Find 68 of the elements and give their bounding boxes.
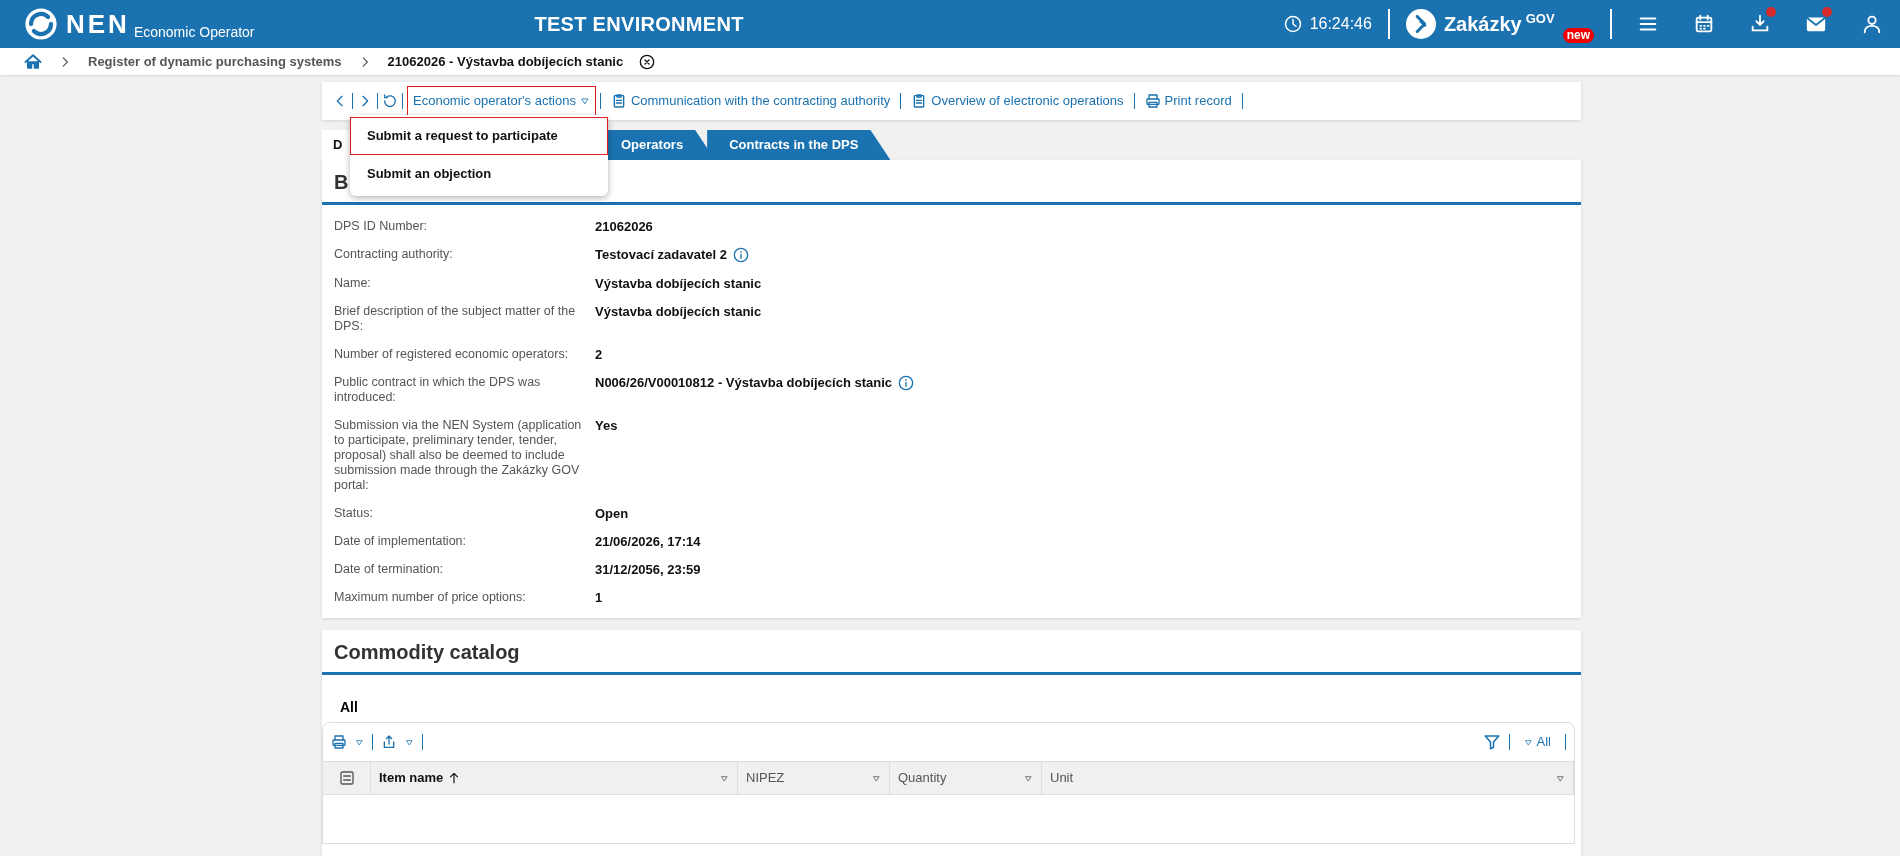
field-label: DPS ID Number: [334, 219, 429, 234]
notification-dot [1766, 7, 1776, 17]
calendar-icon[interactable] [1693, 13, 1715, 35]
column-header[interactable]: Item name [371, 762, 738, 794]
caret-icon [1024, 773, 1033, 783]
caret-icon [720, 773, 729, 783]
field-value: 1 [595, 590, 603, 605]
column-header[interactable]: Unit [1042, 762, 1574, 794]
portal-name: Zakázky [1443, 12, 1522, 37]
field-label: Public contract in which the DPS was introduced: [334, 375, 542, 405]
clock-icon [1283, 15, 1302, 33]
field-value: Yes [595, 418, 618, 433]
field-value: Testovací zadavatel 2 [595, 247, 727, 262]
export-icon[interactable] [381, 734, 397, 750]
caret-icon[interactable] [405, 737, 414, 747]
logo-icon [24, 7, 58, 41]
field-value: 21062026 [595, 219, 653, 234]
portal-logo-icon [1405, 9, 1436, 39]
section-title: Commodity catalog [322, 630, 1581, 675]
info-icon[interactable] [733, 247, 749, 263]
toolbar-link[interactable]: Overview of electronic operations [905, 86, 1130, 116]
new-badge: new [1562, 28, 1594, 43]
field-value: Výstavba dobíjecích stanic [595, 304, 762, 319]
caret-icon [1523, 737, 1533, 747]
breadcrumb-link[interactable]: Register of dynamic purchasing systems [88, 51, 342, 72]
column-header[interactable]: Quantity [890, 762, 1042, 794]
field-value: 31/12/2056, 23:59 [595, 562, 701, 577]
field-value: 21/06/2026, 17:14 [595, 534, 701, 549]
user-icon[interactable] [1861, 13, 1883, 35]
field-value: Open [595, 506, 629, 521]
breadcrumb-current: 21062026 - Výstavba dobíjecích stanic [387, 52, 624, 71]
refresh-icon[interactable] [382, 93, 398, 109]
field-label: Date of termination: [334, 562, 445, 577]
column-header[interactable]: NIPEZ [738, 762, 890, 794]
field-label: Status: [334, 506, 374, 521]
field-label: Contracting authority: [334, 247, 454, 263]
close-icon[interactable] [639, 53, 656, 70]
field-label: Brief description of the subject matter of the DPS: [334, 304, 577, 334]
filter-dropdown[interactable]: All [1517, 727, 1557, 757]
field-label: Name: [334, 276, 372, 291]
logo-subtitle: Economic Operator [133, 25, 255, 39]
caret-icon [872, 773, 881, 783]
home-icon[interactable] [24, 52, 42, 71]
actions-dropdown[interactable]: Economic operator's actions [407, 86, 596, 116]
notification-dot [1822, 7, 1832, 17]
field-label: Maximum number of price options: [334, 590, 527, 605]
field-value: 2 [595, 347, 603, 362]
toolbar-link[interactable]: Print record [1138, 86, 1238, 116]
portal-superscript: GOV [1525, 10, 1555, 28]
clock-time: 16:24:46 [1309, 14, 1372, 34]
info-icon[interactable] [898, 375, 914, 391]
field-label: Number of registered economic operators: [334, 347, 570, 362]
field-label: Submission via the NEN System (application to participate, preliminary tender, tender, proposal) shall also be deemed to include submission made through the Zakázky GOV portal: [334, 418, 583, 493]
field-value: N006/26/V00010812 - Výstavba dobíjecích stanic [595, 375, 892, 390]
filter-icon[interactable] [1482, 733, 1501, 751]
environment-label: TEST ENVIRONMENT [534, 12, 744, 37]
logo-text: NEN [66, 11, 130, 37]
toolbar-link[interactable]: Communication with the contracting authority [604, 86, 897, 116]
caret-icon[interactable] [355, 737, 364, 747]
field-value: Výstavba dobíjecích stanic [595, 276, 762, 291]
tab[interactable]: Contracts in the DPS [707, 130, 891, 160]
caret-icon [579, 96, 590, 106]
menu-item[interactable]: Submit a request to participate [350, 117, 608, 155]
column-settings-icon[interactable] [338, 770, 355, 786]
printer-icon [1144, 93, 1161, 109]
field-label: Date of implementation: [334, 534, 467, 549]
caret-icon [1556, 773, 1565, 783]
printer-icon[interactable] [331, 734, 347, 750]
